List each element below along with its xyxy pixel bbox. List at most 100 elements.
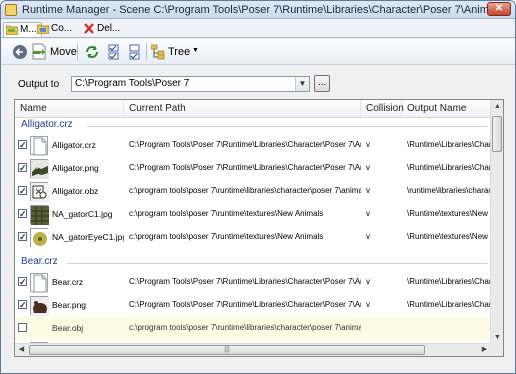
- row-checkbox[interactable]: ✓: [18, 186, 27, 196]
- collision-flag: v: [366, 300, 370, 309]
- title-bar: Runtime Manager - Scene C:\Program Tools…: [1, 1, 515, 19]
- output-name: \Runtime\Libraries\Character\Poser 7\Ani…: [407, 140, 491, 149]
- group-divider: [67, 263, 487, 264]
- tab-strip: M... Co... Del...: [1, 20, 515, 38]
- table-row[interactable]: ✓ Alligator.obz c:\program tools\poser 7\r…: [15, 180, 491, 203]
- runtime-manager-window: Runtime Manager - Scene C:\Program Tools…: [0, 0, 516, 374]
- row-checkbox[interactable]: ✓: [18, 140, 27, 150]
- output-path-select[interactable]: C:\Program Tools\Poser 7 ▼: [71, 76, 310, 92]
- chevron-down-icon[interactable]: ▼: [295, 77, 309, 91]
- table-row[interactable]: ✓ NA_gatorEyeC1.jpg c:\program tools\poser…: [15, 226, 491, 249]
- column-header-current-path[interactable]: Current Path: [124, 100, 361, 118]
- group-title: Bear.crz: [21, 256, 58, 267]
- tab-delete[interactable]: Del...: [81, 22, 120, 37]
- row-checkbox[interactable]: ✓: [18, 300, 27, 310]
- horizontal-scroll-thumb[interactable]: |||: [29, 345, 425, 355]
- horizontal-scrollbar[interactable]: ◀ ||| ▶: [15, 343, 491, 356]
- file-name: Bear.png: [52, 300, 87, 310]
- list-header: Name Current Path Collision Output Name: [15, 100, 491, 118]
- row-checkbox[interactable]: [18, 323, 27, 332]
- current-path: C:\Program Tools\Poser 7\Runtime\Librari…: [129, 300, 361, 309]
- output-path-value: C:\Program Tools\Poser 7: [75, 78, 190, 89]
- move-icon: [32, 43, 46, 60]
- texture-image-icon: [30, 205, 49, 225]
- collision-flag: v: [366, 277, 370, 286]
- file-name: Alligator.crz: [52, 140, 96, 150]
- collision-flag: [366, 317, 404, 340]
- delete-icon: [84, 23, 94, 34]
- toolbar-separator: [77, 43, 78, 61]
- document-icon: [30, 273, 48, 293]
- group-header[interactable]: Bear.crz: [15, 255, 491, 271]
- tab-label: Del...: [97, 23, 121, 34]
- toolbar-separator: [146, 43, 147, 61]
- tree-icon: [151, 44, 165, 60]
- file-name: NA_gatorEyeC1.jpg: [52, 232, 124, 242]
- output-name: [407, 317, 491, 340]
- check-all-icon[interactable]: [107, 42, 121, 62]
- column-header-name[interactable]: Name: [15, 100, 124, 118]
- move-button[interactable]: Move: [31, 42, 77, 62]
- bear-image-icon: [30, 296, 49, 316]
- output-name: \Runtime\Libraries\Character\Poser 7\Ani…: [407, 300, 491, 309]
- tree-button[interactable]: Tree ▼: [151, 42, 199, 62]
- output-name: \Runtime\textures\New Animals: [407, 232, 491, 241]
- row-checkbox[interactable]: ✓: [18, 209, 27, 219]
- collision-flag: v: [366, 186, 370, 195]
- move-label: Move: [50, 46, 77, 58]
- tab-copy[interactable]: Co...: [35, 22, 72, 37]
- scroll-left-arrow-icon[interactable]: ◀: [16, 344, 27, 356]
- collision-flag: v: [366, 232, 370, 241]
- table-row[interactable]: ✓ NA_gatorC1.jpg c:\program tools\poser 7\…: [15, 203, 491, 226]
- copy-icon: [37, 24, 49, 34]
- collision-flag: v: [366, 163, 370, 172]
- current-path: c:\program tools\poser 7\runtime\librari…: [129, 186, 361, 195]
- close-button[interactable]: ✕: [487, 2, 511, 16]
- table-row[interactable]: ✓ Bear.png C:\Program Tools\Poser 7\Runtim…: [15, 294, 491, 317]
- vertical-scrollbar[interactable]: ▲ ▼: [490, 100, 503, 345]
- group-title: Alligator.crz: [21, 119, 73, 130]
- output-name: \Runtime\textures\New Animals: [407, 209, 491, 218]
- file-list: Name Current Path Collision Output Name …: [14, 99, 504, 357]
- vertical-scroll-thumb[interactable]: [492, 116, 502, 152]
- scroll-right-arrow-icon[interactable]: ▶: [479, 344, 490, 356]
- browse-button[interactable]: ...: [314, 75, 330, 92]
- group-header[interactable]: Alligator.crz: [15, 118, 491, 134]
- eye-texture-icon: [30, 228, 49, 248]
- table-row[interactable]: ✓ Alligator.crz C:\Program Tools\Poser 7\R…: [15, 134, 491, 157]
- toolbar: Move Tree ▼: [1, 39, 515, 65]
- tree-label: Tree: [168, 46, 191, 58]
- chevron-down-icon: ▼: [192, 47, 199, 54]
- current-path: c:\program tools\poser 7\runtime\texture…: [129, 232, 324, 241]
- row-checkbox[interactable]: ✓: [18, 232, 27, 242]
- file-name: Bear.obj: [52, 323, 84, 333]
- file-name: NA_gatorC1.jpg: [52, 209, 113, 219]
- scroll-up-arrow-icon[interactable]: ▲: [492, 101, 503, 113]
- scrollbar-corner: [490, 343, 503, 356]
- table-row[interactable]: ✓ Bear.crz C:\Program Tools\Poser 7\Runtim…: [15, 271, 491, 294]
- table-row[interactable]: Bear.obj c:\program tools\poser 7\runtime…: [15, 317, 491, 340]
- current-path: C:\Program Tools\Poser 7\Runtime\Librari…: [129, 163, 361, 172]
- table-row[interactable]: ✓ Alligator.png C:\Program Tools\Poser 7\R…: [15, 157, 491, 180]
- collision-flag: v: [366, 140, 370, 149]
- object-file-icon: [30, 182, 49, 202]
- alligator-image-icon: [30, 159, 49, 179]
- back-arrow-icon[interactable]: [12, 42, 28, 62]
- output-name: \runtime\libraries\character\poser 7\ani…: [407, 186, 491, 195]
- tab-label: Co...: [51, 23, 73, 34]
- current-path: C:\Program Tools\Poser 7\Runtime\Librari…: [129, 140, 361, 149]
- column-header-collision[interactable]: Collision: [361, 100, 404, 118]
- check-list-icon[interactable]: [128, 42, 142, 62]
- refresh-icon[interactable]: [84, 42, 100, 62]
- output-name: \Runtime\Libraries\Character\Poser 7\Ani…: [407, 277, 491, 286]
- file-name: Alligator.obz: [52, 186, 99, 196]
- file-name: Bear.crz: [52, 277, 84, 287]
- collision-flag: v: [366, 209, 370, 218]
- group-divider: [87, 126, 487, 127]
- folder-icon: [6, 25, 18, 35]
- row-checkbox[interactable]: ✓: [18, 277, 27, 287]
- column-header-output-name[interactable]: Output Name: [402, 100, 491, 118]
- row-checkbox[interactable]: ✓: [18, 163, 27, 173]
- app-icon: [5, 4, 17, 16]
- output-to-label: Output to: [18, 79, 60, 90]
